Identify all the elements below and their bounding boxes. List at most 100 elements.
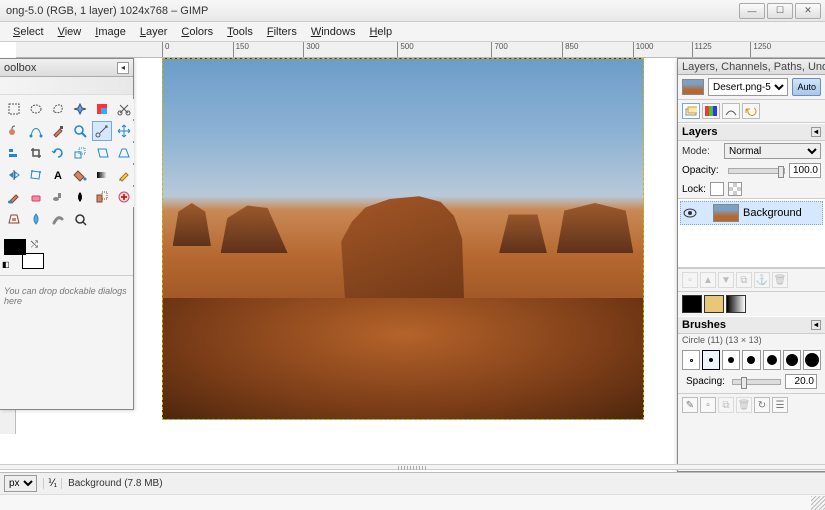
tab-undo[interactable] — [742, 103, 760, 119]
menu-image[interactable]: Image — [88, 24, 133, 40]
tool-free-select[interactable] — [48, 99, 68, 119]
tool-measure[interactable] — [92, 121, 112, 141]
eye-icon[interactable] — [683, 208, 697, 218]
brush-size-12[interactable] — [783, 350, 801, 370]
swatch-black[interactable] — [682, 295, 702, 313]
swap-colors-icon[interactable]: ⤭ — [31, 239, 38, 250]
tool-foreground-select[interactable] — [4, 121, 24, 141]
dock-titlebar[interactable]: Layers, Channels, Paths, Undo - B… ▸ — [678, 59, 825, 75]
brush-size-10[interactable] — [763, 350, 781, 370]
tab-layers[interactable] — [682, 103, 700, 119]
tool-zoom[interactable] — [70, 121, 90, 141]
color-fg-bg[interactable]: ⤭ ◧ — [4, 239, 44, 269]
toolbox-titlebar[interactable]: oolbox ◂ — [0, 59, 133, 77]
tool-text[interactable]: A — [48, 165, 68, 185]
lower-layer-button[interactable]: ▼ — [718, 272, 734, 288]
tool-paintbrush[interactable] — [4, 187, 24, 207]
duplicate-brush-button[interactable]: ⧉ — [718, 397, 734, 413]
refresh-brush-button[interactable]: ↻ — [754, 397, 770, 413]
tool-dodge[interactable] — [70, 209, 90, 229]
tool-ink[interactable] — [70, 187, 90, 207]
fg-color-swatch[interactable] — [4, 239, 26, 255]
tool-perspective-clone[interactable] — [4, 209, 24, 229]
tool-paths[interactable] — [26, 121, 46, 141]
tool-blur[interactable] — [26, 209, 46, 229]
blend-mode-select[interactable]: Normal — [724, 143, 821, 159]
tool-rotate[interactable] — [48, 143, 68, 163]
menu-select[interactable]: Select — [6, 24, 51, 40]
splitter-handle[interactable] — [0, 464, 825, 470]
close-button[interactable]: ✕ — [795, 3, 821, 19]
tool-color-picker[interactable] — [48, 121, 68, 141]
image-selector[interactable]: Desert.png-5 — [708, 78, 788, 96]
edit-brush-button[interactable]: ✎ — [682, 397, 698, 413]
menu-help[interactable]: Help — [362, 24, 399, 40]
delete-brush-button[interactable]: 🗑 — [736, 397, 752, 413]
canvas-area — [162, 58, 650, 428]
bg-color-swatch[interactable] — [22, 253, 44, 269]
menu-view[interactable]: View — [51, 24, 89, 40]
image-thumb — [682, 79, 704, 95]
opacity-slider[interactable] — [728, 168, 785, 174]
tool-shear[interactable] — [92, 143, 112, 163]
menu-filters[interactable]: Filters — [260, 24, 304, 40]
brush-size-14[interactable] — [803, 350, 821, 370]
tool-scale[interactable] — [70, 143, 90, 163]
new-brush-button[interactable]: ▫ — [700, 397, 716, 413]
tool-clone[interactable] — [92, 187, 112, 207]
tool-ellipse-select[interactable] — [26, 99, 46, 119]
tool-crop[interactable] — [26, 143, 46, 163]
toolbox-menu-icon[interactable]: ◂ — [117, 62, 129, 74]
unit-selector[interactable]: px — [4, 475, 37, 492]
swatch-gradient[interactable] — [726, 295, 746, 313]
spacing-slider[interactable] — [732, 379, 781, 385]
menu-windows[interactable]: Windows — [304, 24, 363, 40]
tool-cage[interactable] — [26, 165, 46, 185]
swatch-tan[interactable] — [704, 295, 724, 313]
new-layer-button[interactable]: ▫ — [682, 272, 698, 288]
menu-layer[interactable]: Layer — [133, 24, 175, 40]
tool-bucket-fill[interactable] — [70, 165, 90, 185]
default-colors-icon[interactable]: ◧ — [2, 260, 10, 269]
brush-size-6[interactable] — [722, 350, 740, 370]
tool-by-color-select[interactable] — [92, 99, 112, 119]
tool-fuzzy-select[interactable] — [70, 99, 90, 119]
raise-layer-button[interactable]: ▲ — [700, 272, 716, 288]
menu-colors[interactable]: Colors — [174, 24, 220, 40]
tool-rect-select[interactable] — [4, 99, 24, 119]
maximize-button[interactable]: ☐ — [767, 3, 793, 19]
open-brush-button[interactable]: ☰ — [772, 397, 788, 413]
layer-item-background[interactable]: Background — [680, 201, 823, 225]
tool-scissors[interactable] — [114, 99, 134, 119]
tool-smudge[interactable] — [48, 209, 68, 229]
brush-size-2[interactable] — [682, 350, 700, 370]
layers-panel-menu-icon[interactable]: ◂ — [811, 127, 821, 137]
tool-heal[interactable] — [114, 187, 134, 207]
tool-align[interactable] — [4, 143, 24, 163]
brush-size-4[interactable] — [702, 350, 720, 370]
menu-tools[interactable]: Tools — [220, 24, 260, 40]
lock-alpha-toggle[interactable] — [728, 182, 742, 196]
delete-layer-button[interactable]: 🗑 — [772, 272, 788, 288]
spacing-value[interactable] — [785, 374, 817, 389]
tab-paths[interactable] — [722, 103, 740, 119]
tab-channels[interactable] — [702, 103, 720, 119]
resize-grip[interactable] — [811, 496, 825, 510]
tool-eraser[interactable] — [26, 187, 46, 207]
zoom-indicator[interactable]: ⅟₁ — [43, 478, 62, 489]
tool-perspective[interactable] — [114, 143, 134, 163]
tool-flip[interactable] — [4, 165, 24, 185]
tool-airbrush[interactable] — [48, 187, 68, 207]
tool-blend[interactable] — [92, 165, 112, 185]
brushes-panel-menu-icon[interactable]: ◂ — [811, 320, 821, 330]
auto-button[interactable]: Auto — [792, 78, 821, 96]
opacity-value[interactable] — [789, 163, 821, 178]
image-canvas[interactable] — [162, 58, 644, 420]
anchor-layer-button[interactable]: ⚓ — [754, 272, 770, 288]
minimize-button[interactable]: — — [739, 3, 765, 19]
duplicate-layer-button[interactable]: ⧉ — [736, 272, 752, 288]
tool-move[interactable] — [114, 121, 134, 141]
tool-pencil[interactable] — [114, 165, 134, 185]
brush-size-8[interactable] — [742, 350, 760, 370]
lock-pixels-toggle[interactable] — [710, 182, 724, 196]
